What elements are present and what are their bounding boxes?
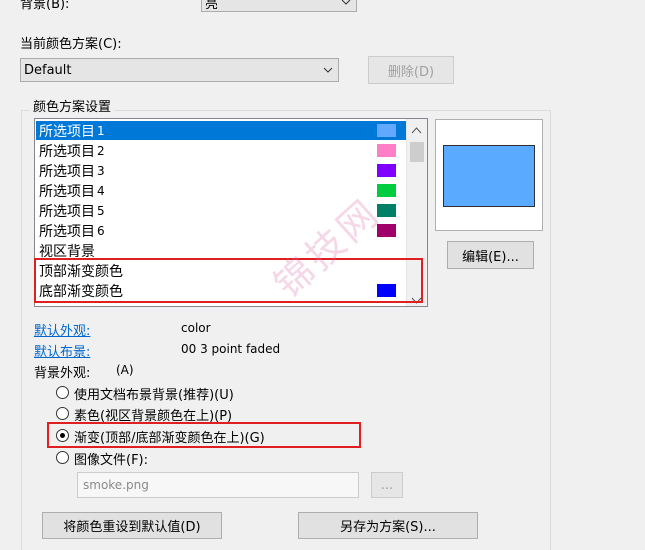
color-swatch <box>377 124 396 137</box>
color-preview-swatch <box>443 145 535 207</box>
bg-appearance-hotkey: (A) <box>116 363 134 377</box>
list-item-label: 所选项目 <box>39 203 95 220</box>
default-appearance-value: color <box>181 321 211 335</box>
list-item-index: 1 <box>97 123 105 138</box>
chevron-down-icon <box>322 59 334 81</box>
background-select-value: 亮 <box>205 0 219 12</box>
radio-solid-color[interactable] <box>56 407 69 420</box>
color-swatch <box>377 184 396 197</box>
edit-color-button[interactable]: 编辑(E)... <box>447 241 534 269</box>
list-item-index: 6 <box>97 223 105 238</box>
list-item-label: 所选项目 <box>39 223 95 240</box>
color-swatch <box>377 164 396 177</box>
list-item-index: 3 <box>97 163 105 178</box>
list-item-index: 4 <box>97 183 105 198</box>
default-layout-value: 00 3 point faded <box>181 342 281 356</box>
highlight-box <box>47 422 361 448</box>
scheme-select-value: Default <box>24 62 72 78</box>
reset-colors-button[interactable]: 将颜色重设到默认值(D) <box>42 512 222 539</box>
background-label: 背景(B): <box>20 0 70 12</box>
delete-scheme-button[interactable]: 删除(D) <box>368 56 454 84</box>
highlight-box <box>34 258 423 303</box>
radio-label: 使用文档布景背景(推荐)(U) <box>74 388 234 403</box>
chevron-down-icon <box>340 0 352 11</box>
default-appearance-link[interactable]: 默认外观: <box>34 320 90 339</box>
radio-document-background[interactable] <box>56 386 69 399</box>
save-scheme-button[interactable]: 另存为方案(S)... <box>298 512 478 539</box>
scheme-select[interactable]: Default <box>20 58 339 82</box>
list-item-index: 5 <box>97 203 105 218</box>
list-item-label: 所选项目 <box>39 183 95 200</box>
default-layout-link[interactable]: 默认布景: <box>34 341 90 360</box>
list-item[interactable]: 所选项目 2 <box>36 141 406 160</box>
image-path-field[interactable]: smoke.png <box>77 472 359 498</box>
scrollbar-thumb[interactable] <box>410 142 424 162</box>
list-item-label: 所选项目 <box>39 123 95 140</box>
radio-image-file[interactable] <box>56 451 69 464</box>
radio-label: 图像文件(F): <box>74 453 149 468</box>
color-settings-title: 颜色方案设置 <box>30 96 115 115</box>
list-item[interactable]: 所选项目 3 <box>36 161 406 180</box>
list-item-index: 2 <box>97 143 105 158</box>
color-swatch <box>377 144 396 157</box>
background-select[interactable]: 亮 <box>201 0 357 12</box>
list-item-label: 所选项目 <box>39 163 95 180</box>
list-item[interactable]: 所选项目 1 <box>36 121 406 140</box>
scheme-label: 当前颜色方案(C): <box>20 37 122 52</box>
color-preview-frame <box>435 119 543 231</box>
scroll-up-icon[interactable] <box>411 123 422 138</box>
bg-appearance-label: 背景外观: <box>34 366 91 381</box>
browse-button[interactable]: ... <box>371 472 403 498</box>
list-item-label: 所选项目 <box>39 143 95 160</box>
